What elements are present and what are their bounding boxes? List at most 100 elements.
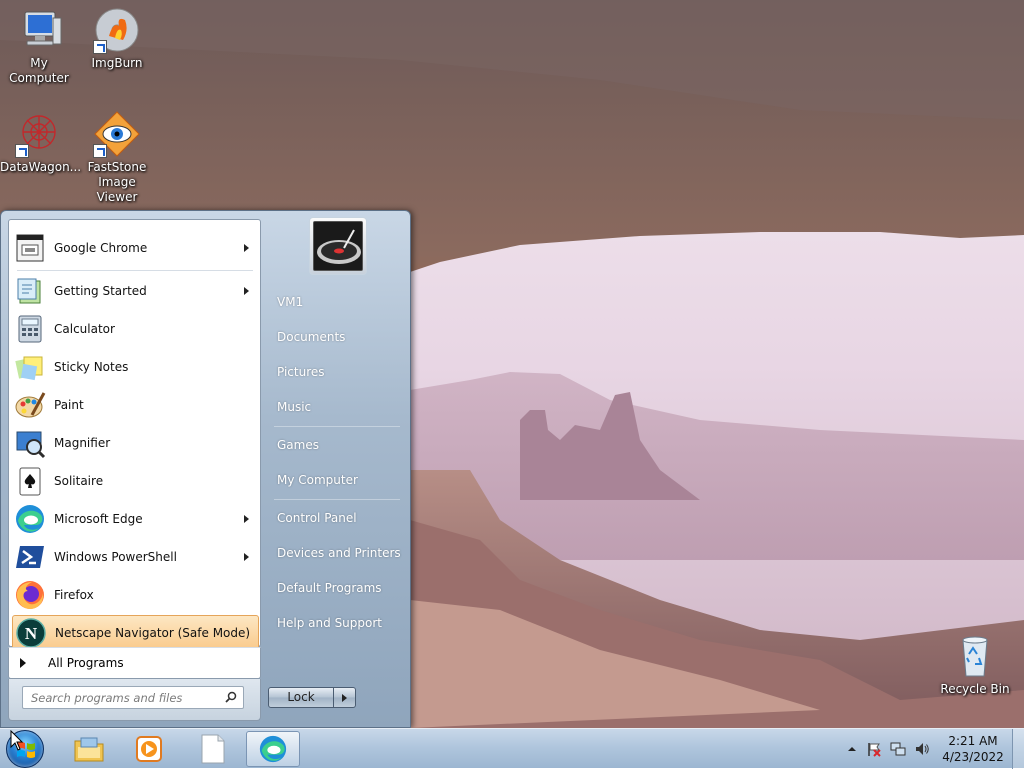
shortcut-arrow-icon xyxy=(93,144,107,158)
calculator-icon xyxy=(14,313,46,345)
mouse-cursor-icon xyxy=(10,730,24,751)
program-solitaire[interactable]: Solitaire xyxy=(12,463,259,499)
action-center-flag-icon[interactable] xyxy=(866,741,882,757)
submenu-arrow-icon[interactable] xyxy=(244,244,249,252)
places-item-devices-and-printers[interactable]: Devices and Printers xyxy=(269,538,405,568)
start-menu: Google Chrome Getting Started Calculator… xyxy=(0,210,411,728)
search-area: Search programs and files xyxy=(8,679,261,721)
chrome-icon xyxy=(14,232,46,264)
places-item-vm1[interactable]: VM1 xyxy=(269,287,405,317)
start-menu-places-pane: VM1 Documents Pictures Music Games My Co… xyxy=(266,211,412,729)
desktop-icon-label: My Computer xyxy=(9,56,69,85)
all-programs-button[interactable]: All Programs xyxy=(8,647,261,679)
places-item-help-and-support[interactable]: Help and Support xyxy=(269,608,405,638)
search-icon[interactable] xyxy=(225,691,237,703)
desktop-icon-my-computer[interactable]: My Computer xyxy=(0,6,78,86)
program-microsoft-edge[interactable]: Microsoft Edge xyxy=(12,501,259,537)
desktop-icon-label: ImgBurn xyxy=(91,56,143,70)
program-label: Firefox xyxy=(54,588,94,602)
program-label: Windows PowerShell xyxy=(54,550,177,564)
user-avatar[interactable] xyxy=(309,217,367,275)
turntable-icon xyxy=(314,222,362,270)
program-label: Solitaire xyxy=(54,474,104,488)
separator xyxy=(274,499,400,500)
program-firefox[interactable]: Firefox xyxy=(12,577,259,613)
program-getting-started[interactable]: Getting Started xyxy=(12,273,259,309)
submenu-arrow-icon[interactable] xyxy=(244,287,249,295)
media-player-icon xyxy=(136,736,162,762)
powershell-icon xyxy=(14,541,46,573)
disc-burn-icon xyxy=(93,6,141,54)
network-icon[interactable] xyxy=(890,741,906,757)
getting-started-icon xyxy=(14,275,46,307)
edge-icon xyxy=(14,503,46,535)
desktop-icon-datawagon[interactable]: DataWagon... xyxy=(0,110,82,175)
program-paint[interactable]: Paint xyxy=(12,387,259,423)
computer-icon xyxy=(15,6,63,54)
program-google-chrome[interactable]: Google Chrome xyxy=(12,230,259,266)
program-label: Magnifier xyxy=(54,436,111,450)
program-label: Calculator xyxy=(54,322,115,336)
program-label: Getting Started xyxy=(54,284,147,298)
places-item-default-programs[interactable]: Default Programs xyxy=(269,573,405,603)
volume-icon[interactable] xyxy=(914,741,930,757)
places-item-my-computer[interactable]: My Computer xyxy=(269,465,405,495)
program-sticky-notes[interactable]: Sticky Notes xyxy=(12,349,259,385)
recycle-bin-icon xyxy=(951,632,999,680)
clock[interactable]: 2:21 AM 4/23/2022 xyxy=(938,733,1008,765)
taskbar-media-player[interactable] xyxy=(122,731,176,767)
program-label: Paint xyxy=(54,398,84,412)
svg-text:N: N xyxy=(25,624,38,643)
desktop-icon-faststone[interactable]: FastStone Image Viewer xyxy=(78,110,156,205)
program-label: Microsoft Edge xyxy=(54,512,143,526)
firefox-icon xyxy=(14,579,46,611)
program-label: Sticky Notes xyxy=(54,360,129,374)
lock-button[interactable]: Lock xyxy=(268,687,334,708)
eye-icon xyxy=(93,110,141,158)
search-input[interactable]: Search programs and files xyxy=(22,686,244,709)
separator xyxy=(274,426,400,427)
sticky-notes-icon xyxy=(14,351,46,383)
submenu-arrow-icon[interactable] xyxy=(244,553,249,561)
notepad-icon xyxy=(201,734,225,764)
desktop-icon-label: FastStone Image Viewer xyxy=(87,160,147,204)
taskbar-edge[interactable] xyxy=(246,731,300,767)
paint-icon xyxy=(14,389,46,421)
places-item-games[interactable]: Games xyxy=(269,430,405,460)
shutdown-options-arrow[interactable] xyxy=(334,687,356,708)
show-desktop-button[interactable] xyxy=(1012,729,1024,769)
taskbar: 2:21 AM 4/23/2022 xyxy=(0,728,1024,769)
shortcut-arrow-icon xyxy=(15,144,29,158)
show-hidden-icons-chevron[interactable] xyxy=(844,741,860,757)
search-placeholder: Search programs and files xyxy=(31,691,183,705)
netscape-icon: N xyxy=(15,617,47,649)
program-calculator[interactable]: Calculator xyxy=(12,311,259,347)
taskbar-file-explorer[interactable] xyxy=(62,731,116,767)
program-magnifier[interactable]: Magnifier xyxy=(12,425,259,461)
desktop-icon-label: DataWagon... xyxy=(0,160,82,174)
taskbar-notepad[interactable] xyxy=(186,731,240,767)
program-windows-powershell[interactable]: Windows PowerShell xyxy=(12,539,259,575)
solitaire-icon xyxy=(14,465,46,497)
separator xyxy=(17,270,253,271)
clock-date: 4/23/2022 xyxy=(942,750,1004,764)
start-menu-programs-pane: Google Chrome Getting Started Calculator… xyxy=(8,219,261,651)
places-item-control-panel[interactable]: Control Panel xyxy=(269,503,405,533)
places-item-documents[interactable]: Documents xyxy=(269,322,405,352)
submenu-arrow-icon[interactable] xyxy=(244,515,249,523)
all-programs-label: All Programs xyxy=(48,656,124,670)
shortcut-arrow-icon xyxy=(93,40,107,54)
folder-icon xyxy=(74,737,104,762)
clock-time: 2:21 AM xyxy=(948,734,998,748)
program-label: Netscape Navigator (Safe Mode) xyxy=(55,626,251,640)
triangle-right-icon xyxy=(20,658,26,668)
desktop-icon-imgburn[interactable]: ImgBurn xyxy=(78,6,156,71)
desktop-icon-label: Recycle Bin xyxy=(940,682,1010,696)
places-item-music[interactable]: Music xyxy=(269,392,405,422)
edge-icon xyxy=(259,735,287,763)
desktop-icon-recycle-bin[interactable]: Recycle Bin xyxy=(936,632,1014,697)
program-netscape-navigator[interactable]: N Netscape Navigator (Safe Mode) xyxy=(12,615,259,651)
program-label: Google Chrome xyxy=(54,241,148,255)
places-item-pictures[interactable]: Pictures xyxy=(269,357,405,387)
datawagon-icon xyxy=(15,110,63,158)
